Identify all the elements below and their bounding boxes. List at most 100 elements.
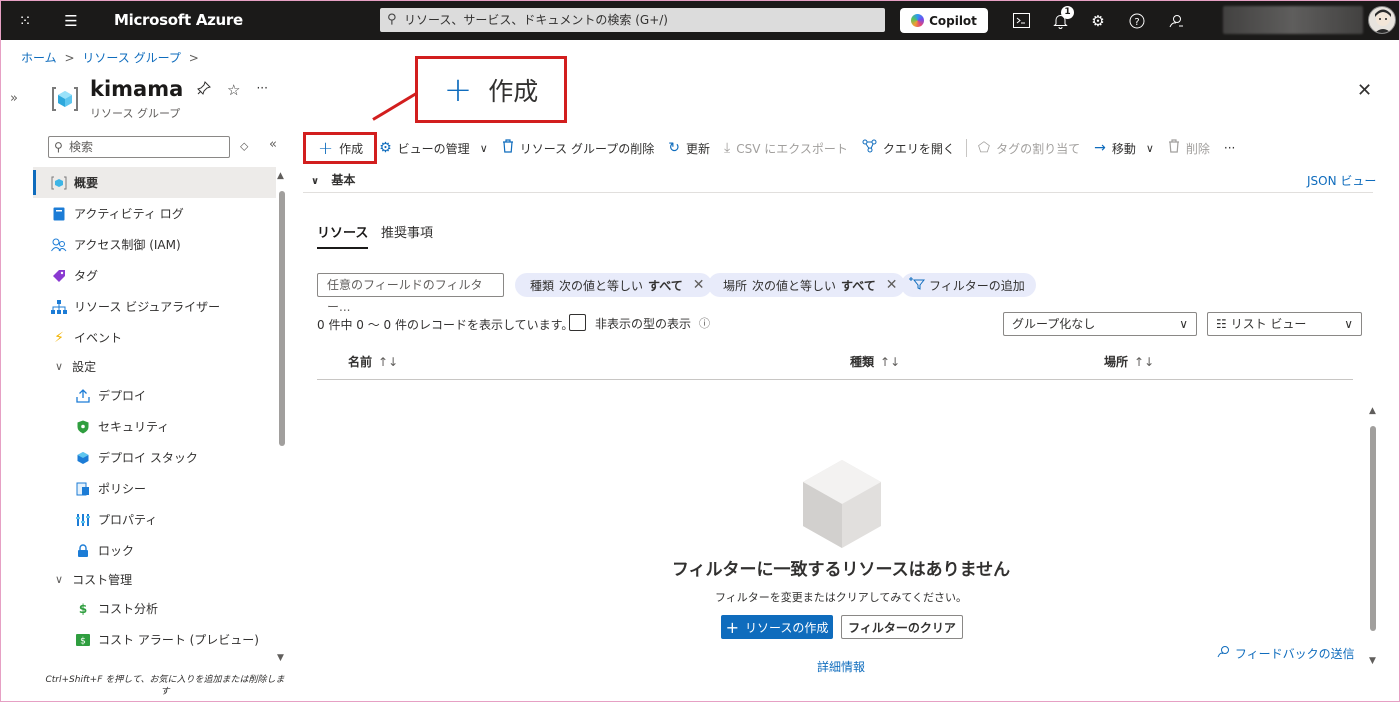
sidebar-item-label: ポリシー	[98, 482, 147, 496]
sidebar-item-tags[interactable]: タグ	[33, 260, 276, 291]
global-search-input[interactable]: ⚲ リソース、サービス、ドキュメントの検索 (G+/)	[380, 8, 885, 32]
pin-icon[interactable]	[197, 81, 211, 99]
sidebar-item-policy[interactable]: ポリシー	[33, 473, 276, 504]
scrollbar-thumb[interactable]	[279, 191, 285, 446]
sidebar-group-settings[interactable]: ∨ 設定	[33, 353, 276, 380]
sidebar-item-visualizer[interactable]: リソース ビジュアライザー	[33, 291, 276, 322]
sidebar-item-lock[interactable]: ロック	[33, 535, 276, 566]
sidebar-item-deploy-stack[interactable]: デプロイ スタック	[33, 442, 276, 473]
sidebar-item-security[interactable]: セキュリティ	[33, 411, 276, 442]
feedback-label: フィードバックの送信	[1234, 647, 1355, 661]
expand-sidebar-chevron-icon[interactable]: »	[10, 91, 18, 106]
sidebar-item-cost-analysis[interactable]: $ コスト分析	[33, 593, 276, 624]
shortcut-hint: Ctrl+Shift+F を押して、お気に入りを追加または削除します	[45, 675, 285, 697]
delete-resource-group-button[interactable]: リソース グループの削除	[495, 133, 662, 163]
scroll-up-arrow-icon[interactable]: ▲	[1369, 406, 1376, 416]
show-hidden-types-checkbox[interactable]	[569, 314, 586, 331]
essentials-toggle[interactable]: ∨ 基本	[311, 171, 355, 188]
type-filter-pill[interactable]: 種類 次の値と等しい すべて ✕	[515, 273, 713, 297]
view-mode-select[interactable]: ☷ リスト ビュー ∨	[1207, 312, 1362, 336]
activity-log-icon	[51, 206, 67, 222]
location-filter-pill[interactable]: 場所 次の値と等しい すべて ✕	[708, 273, 906, 297]
sidebar-search-input[interactable]: ⚲ 検索	[48, 136, 230, 158]
remove-filter-icon[interactable]: ✕	[886, 277, 898, 293]
delete-button[interactable]: 削除	[1161, 133, 1217, 163]
column-header-type[interactable]: 種類 ↑↓	[850, 353, 900, 370]
tag-icon	[51, 268, 67, 284]
svg-text:?: ?	[1134, 17, 1139, 28]
sidebar-group-label: 設定	[72, 360, 97, 374]
send-feedback-link[interactable]: フィードバックの送信	[1217, 645, 1355, 662]
breadcrumb-resource-groups-link[interactable]: リソース グループ	[82, 51, 181, 65]
grouping-select[interactable]: グループ化なし ∨	[1003, 312, 1197, 336]
move-button[interactable]: → 移動 ∨	[1087, 133, 1161, 163]
scroll-down-arrow-icon[interactable]: ▼	[277, 653, 284, 663]
scroll-up-arrow-icon[interactable]: ▲	[277, 171, 284, 181]
sidebar-item-overview[interactable]: 概要	[33, 167, 276, 198]
scrollbar-thumb[interactable]	[1370, 426, 1376, 631]
field-filter-input[interactable]: 任意のフィールドのフィルター...	[317, 273, 504, 314]
sidebar-item-events[interactable]: ⚡ イベント	[33, 322, 276, 353]
favorite-star-icon[interactable]: ☆	[227, 81, 240, 99]
column-header-location[interactable]: 場所 ↑↓	[1104, 353, 1154, 370]
sidebar-item-cost-alerts[interactable]: $ コスト アラート (プレビュー)	[33, 624, 276, 655]
more-commands-button[interactable]: ···	[1217, 133, 1242, 163]
json-view-link[interactable]: JSON ビュー	[1307, 172, 1376, 189]
sidebar-item-properties[interactable]: プロパティ	[33, 504, 276, 535]
assign-tags-button[interactable]: ⬠ タグの割り当て	[971, 133, 1087, 163]
help-icon[interactable]: ?	[1125, 1, 1149, 40]
grid-scrollbar[interactable]: ▲ ▼	[1368, 406, 1378, 671]
app-launcher-icon[interactable]: ⁙	[13, 1, 37, 40]
resource-group-icon	[51, 86, 79, 112]
tab-recommendations[interactable]: 推奨事項	[381, 222, 433, 241]
sidebar-item-label: リソース ビジュアライザー	[74, 300, 221, 314]
copilot-icon	[911, 14, 925, 27]
column-header-name[interactable]: 名前 ↑↓	[348, 353, 398, 370]
delete-group-label: リソース グループの削除	[519, 141, 655, 156]
brand-title[interactable]: Microsoft Azure	[114, 1, 243, 40]
download-icon: ⤓	[724, 140, 731, 156]
svg-text:$: $	[80, 636, 86, 646]
create-button[interactable]: + 作成	[303, 132, 378, 164]
sidebar-item-label: セキュリティ	[98, 420, 170, 434]
close-blade-icon[interactable]: ✕	[1357, 80, 1372, 101]
sidebar-sort-icon[interactable]: ⬦	[240, 139, 248, 154]
sidebar-group-label: コスト管理	[72, 573, 133, 587]
title-actions: ☆ ···	[197, 81, 268, 99]
account-info-blurred[interactable]	[1223, 6, 1363, 34]
hamburger-menu-icon[interactable]: ☰	[59, 1, 83, 40]
sidebar-item-activity-log[interactable]: アクティビティ ログ	[33, 198, 276, 229]
copilot-button[interactable]: Copilot	[900, 8, 988, 33]
sidebar-item-iam[interactable]: アクセス制御 (IAM)	[33, 229, 276, 260]
more-commands-label: ···	[1223, 141, 1236, 155]
export-csv-button[interactable]: ⤓ CSV にエクスポート	[717, 133, 855, 163]
add-filter-button[interactable]: フィルターの追加	[901, 273, 1036, 297]
chevron-down-icon: ∨	[1145, 141, 1154, 155]
feedback-icon[interactable]	[1164, 1, 1188, 40]
more-options-icon[interactable]: ···	[256, 81, 267, 99]
learn-more-link[interactable]: 詳細情報	[641, 658, 1041, 675]
show-hidden-types-label[interactable]: 非表示の型の表示	[595, 315, 691, 332]
cloud-shell-icon[interactable]	[1009, 1, 1033, 40]
clear-filters-button[interactable]: フィルターのクリア	[841, 615, 963, 639]
open-query-button[interactable]: クエリを開く	[855, 133, 962, 163]
sidebar-group-cost-management[interactable]: ∨ コスト管理	[33, 566, 276, 593]
cost-alert-icon: $	[75, 632, 91, 648]
breadcrumb-home-link[interactable]: ホーム	[21, 51, 57, 65]
empty-state-subtitle: フィルターを変更またはクリアしてみてください。	[714, 591, 968, 604]
scroll-down-arrow-icon[interactable]: ▼	[1369, 656, 1376, 666]
user-avatar[interactable]	[1368, 6, 1396, 34]
sidebar-item-label: ロック	[98, 544, 135, 558]
create-resource-button[interactable]: + リソースの作成	[721, 615, 833, 639]
trash-icon	[502, 139, 514, 157]
remove-filter-icon[interactable]: ✕	[693, 277, 705, 293]
plus-icon: +	[443, 69, 473, 110]
info-icon[interactable]: ⓘ	[699, 315, 710, 331]
settings-gear-icon[interactable]: ⚙	[1086, 1, 1110, 40]
sidebar-scrollbar[interactable]: ▲ ▼	[277, 171, 287, 663]
tab-resources[interactable]: リソース	[317, 222, 369, 249]
collapse-sidebar-icon[interactable]: «	[269, 137, 277, 152]
sidebar-item-deploy[interactable]: デプロイ	[33, 380, 276, 411]
manage-view-button[interactable]: ⚙ ビューの管理 ∨	[377, 133, 495, 163]
refresh-button[interactable]: ↻ 更新	[661, 133, 717, 163]
